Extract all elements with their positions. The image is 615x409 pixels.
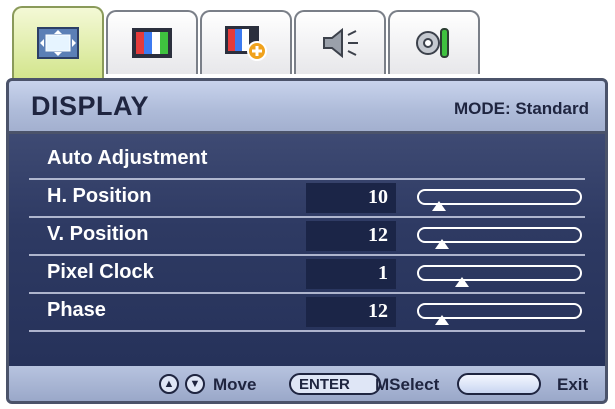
value-text: 1	[378, 262, 388, 284]
enter-label: ENTER	[299, 375, 350, 393]
menu-item-v-position[interactable]: V. Position 12	[29, 218, 585, 256]
menu-item-label: Phase	[47, 299, 106, 321]
system-settings-icon	[416, 28, 449, 58]
menu-item-auto-adjustment[interactable]: Auto Adjustment	[29, 142, 585, 180]
move-hint: Move	[213, 375, 257, 394]
picture-advanced-icon	[225, 26, 267, 61]
menu-item-phase[interactable]: Phase 12	[29, 294, 585, 332]
value-box: 12	[306, 297, 396, 327]
menu-item-label: Pixel Clock	[47, 261, 154, 283]
value-text: 12	[368, 224, 388, 246]
tab-system[interactable]	[388, 10, 480, 74]
osd-menu: DISPLAY MODE: Standard Auto Adjustment H…	[6, 6, 608, 404]
menu-item-h-position[interactable]: H. Position 10	[29, 180, 585, 218]
phase-slider[interactable]	[417, 303, 582, 325]
menu-item-label: V. Position	[47, 223, 149, 245]
display-position-icon	[37, 27, 79, 59]
tab-audio[interactable]	[294, 10, 386, 74]
exit-hint: Exit	[557, 375, 589, 394]
down-arrow-icon[interactable]: ▼	[185, 374, 205, 394]
picture-color-bars-icon	[132, 28, 172, 58]
tab-picture-advanced[interactable]	[200, 10, 292, 74]
audio-speaker-icon	[323, 27, 358, 59]
value-box: 12	[306, 221, 396, 251]
slider-thumb[interactable]	[454, 277, 469, 287]
select-hint: MSelect	[375, 375, 440, 394]
value-box: 10	[306, 183, 396, 213]
enter-button[interactable]: ENTER	[289, 373, 381, 395]
value-text: 10	[368, 186, 388, 208]
v-position-slider[interactable]	[417, 227, 582, 249]
menu-header: DISPLAY MODE: Standard	[6, 78, 608, 134]
tab-display[interactable]	[12, 6, 104, 78]
up-arrow-icon[interactable]: ▲	[159, 374, 179, 394]
slider-thumb[interactable]	[435, 239, 450, 249]
menu-item-label: H. Position	[47, 185, 152, 207]
tab-strip	[6, 6, 608, 78]
value-box: 1	[306, 259, 396, 289]
row-divider	[29, 330, 585, 332]
exit-button-pill[interactable]	[457, 373, 541, 395]
menu-item-pixel-clock[interactable]: Pixel Clock 1	[29, 256, 585, 294]
slider-thumb[interactable]	[435, 315, 450, 325]
tab-picture[interactable]	[106, 10, 198, 74]
h-position-slider[interactable]	[417, 189, 582, 211]
pixel-clock-slider[interactable]	[417, 265, 582, 287]
menu-footer: ▲ ▼ Move ENTER MSelect Exit	[6, 366, 608, 404]
mode-indicator: MODE: Standard	[453, 99, 589, 118]
menu-item-label: Auto Adjustment	[47, 147, 208, 169]
menu-panel: Auto Adjustment H. Position 10 V. Positi…	[6, 134, 608, 366]
value-text: 12	[368, 300, 388, 322]
menu-title: DISPLAY	[31, 91, 150, 121]
slider-track	[417, 265, 582, 281]
slider-thumb[interactable]	[432, 201, 447, 211]
